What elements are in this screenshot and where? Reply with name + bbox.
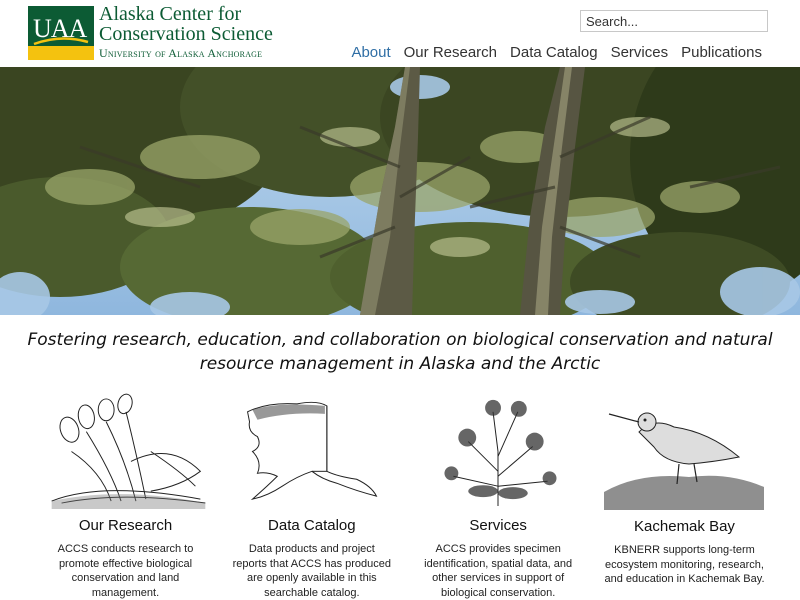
feature-title[interactable]: Our Research xyxy=(79,517,172,534)
feature-description: ACCS provides specimen identification, s… xyxy=(424,543,573,599)
logo-swoosh-icon xyxy=(33,37,89,46)
shorebird-sketch-icon xyxy=(604,412,765,510)
alaska-map-icon xyxy=(246,401,378,500)
feature-title[interactable]: Data Catalog xyxy=(268,517,356,534)
forest-canopy-image xyxy=(0,67,800,315)
main-nav: About Our Research Data Catalog Services… xyxy=(351,44,762,61)
feature-card-data-catalog[interactable]: Data Catalog Data products and project r… xyxy=(224,392,399,600)
feature-title[interactable]: Services xyxy=(469,517,527,534)
logo-gold-bar xyxy=(28,46,94,60)
nav-publications[interactable]: Publications xyxy=(681,44,762,61)
uaa-logo-mark: UAA xyxy=(28,6,94,60)
feature-description: KBNERR supports long-term ecosystem moni… xyxy=(604,544,765,585)
nav-our-research[interactable]: Our Research xyxy=(404,44,497,61)
feature-card-services[interactable]: Services ACCS provides specimen identifi… xyxy=(411,392,586,600)
feature-card-kachemak-bay[interactable]: Kachemak Bay KBNERR supports long-term e… xyxy=(597,392,772,600)
flower-sketch-icon xyxy=(444,399,557,507)
site-logo[interactable]: UAA Alaska Center for Conservation Scien… xyxy=(28,3,298,62)
feature-card-our-research[interactable]: Our Research ACCS conducts research to p… xyxy=(38,392,213,600)
nav-services[interactable]: Services xyxy=(611,44,669,61)
site-tagline: Fostering research, education, and colla… xyxy=(27,330,773,374)
feature-description: ACCS conducts research to promote effect… xyxy=(57,543,194,599)
search-input[interactable] xyxy=(580,10,768,32)
plant-sketch-icon xyxy=(50,393,205,509)
feature-cards: Our Research ACCS conducts research to p… xyxy=(38,392,772,600)
feature-description: Data products and project reports that A… xyxy=(232,543,392,599)
nav-about[interactable]: About xyxy=(351,44,390,61)
university-name: University of Alaska Anchorage xyxy=(99,46,263,60)
nav-data-catalog[interactable]: Data Catalog xyxy=(510,44,598,61)
feature-title[interactable]: Kachemak Bay xyxy=(634,518,735,535)
hero-image xyxy=(0,67,800,315)
org-name: Alaska Center for Conservation Science xyxy=(99,3,273,45)
site-header: UAA Alaska Center for Conservation Scien… xyxy=(0,0,800,67)
